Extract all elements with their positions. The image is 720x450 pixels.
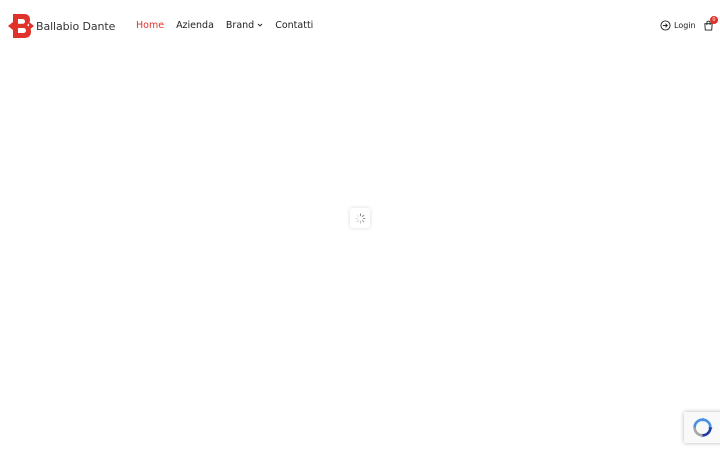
cart-button[interactable]: 0 — [703, 16, 718, 31]
spinner-icon — [354, 212, 366, 224]
login-link[interactable]: Login — [660, 19, 696, 31]
ballabio-dante-logo-icon — [8, 14, 34, 38]
recaptcha-icon — [693, 417, 713, 438]
logo-text: Ballabio Dante — [36, 19, 116, 33]
login-label: Login — [674, 20, 696, 30]
nav-item-home[interactable]: Home — [136, 20, 164, 31]
page: Ballabio Dante Home Azienda Brand Contat… — [0, 0, 720, 450]
site-header: Ballabio Dante Home Azienda Brand Contat… — [0, 0, 720, 50]
chevron-down-icon — [257, 23, 263, 27]
nav-item-label: Azienda — [176, 19, 214, 31]
page-loader — [350, 208, 370, 228]
nav-item-brand[interactable]: Brand — [226, 20, 263, 31]
login-icon — [660, 19, 671, 31]
nav-item-contatti[interactable]: Contatti — [275, 20, 313, 31]
nav-item-azienda[interactable]: Azienda — [176, 20, 214, 31]
recaptcha-badge[interactable] — [684, 412, 720, 443]
nav-item-label: Home — [136, 19, 165, 31]
nav-item-label: Contatti — [275, 19, 314, 31]
cart-count-badge: 0 — [710, 16, 718, 24]
nav-item-label: Brand — [225, 19, 255, 31]
main-nav: Home Azienda Brand Contatti — [136, 18, 325, 32]
site-logo[interactable]: Ballabio Dante — [7, 11, 115, 41]
